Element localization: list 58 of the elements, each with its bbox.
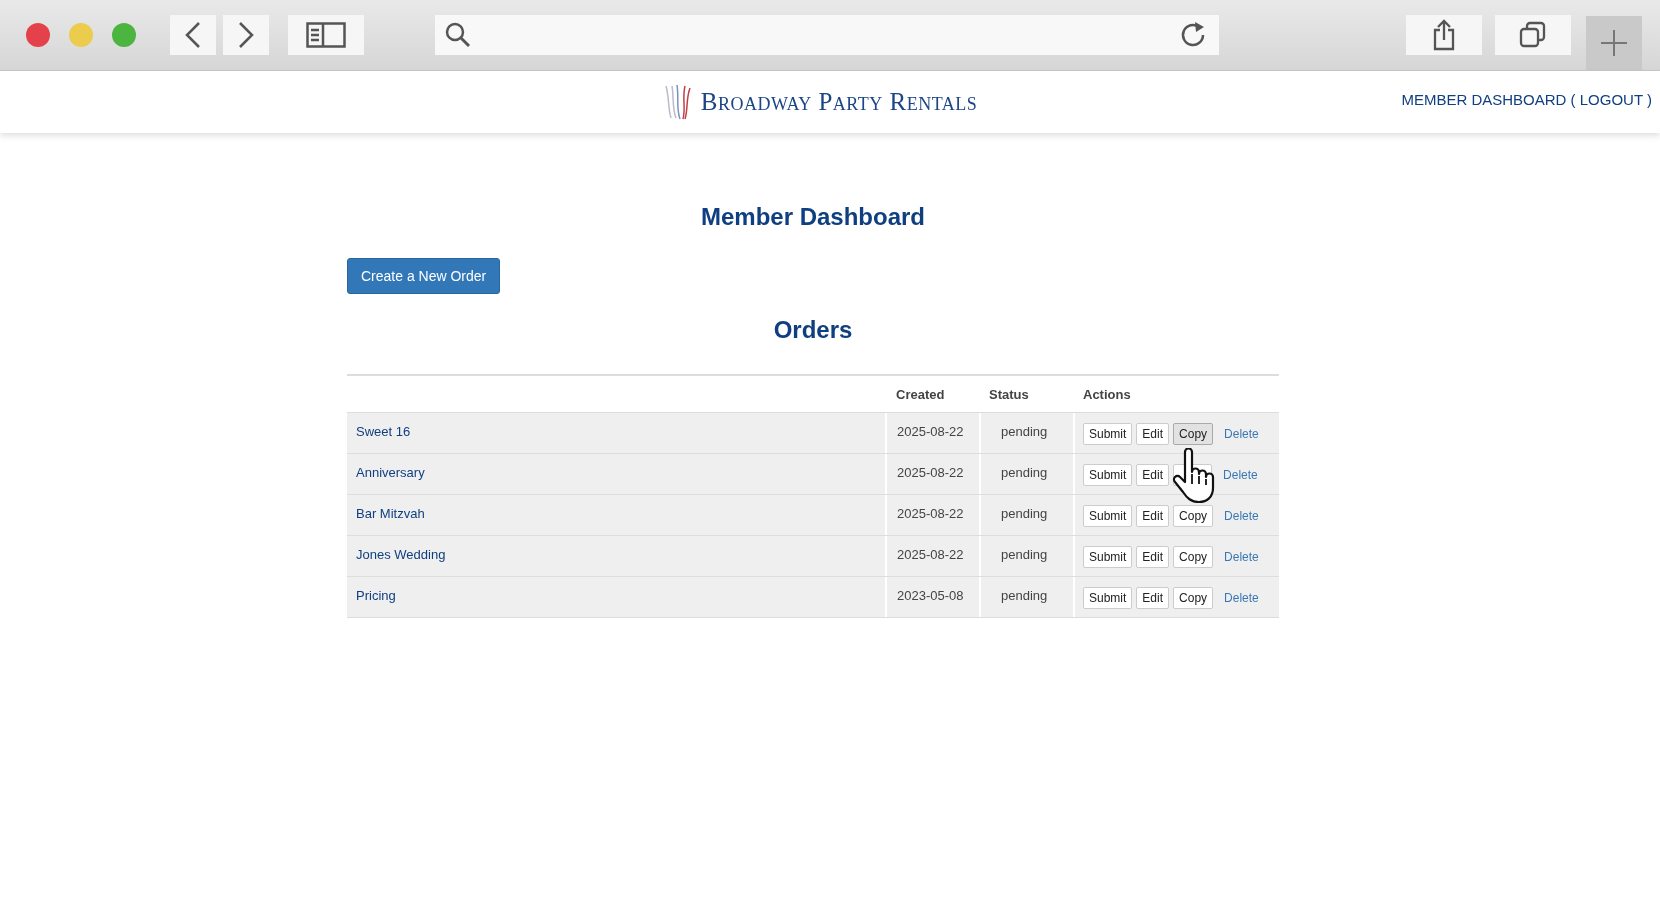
search-icon xyxy=(445,22,471,48)
delete-link[interactable]: Delete xyxy=(1224,509,1259,523)
reload-icon[interactable] xyxy=(1179,21,1207,49)
delete-link[interactable]: Delete xyxy=(1224,550,1259,564)
created-date: 2025-08-22 xyxy=(897,465,964,480)
share-icon xyxy=(1432,19,1456,51)
order-link[interactable]: Pricing xyxy=(356,588,396,603)
created-date: 2025-08-22 xyxy=(897,547,964,562)
tabs-button[interactable] xyxy=(1495,15,1571,55)
order-link[interactable]: Bar Mitzvah xyxy=(356,506,425,521)
forward-button[interactable] xyxy=(223,15,269,55)
action-button[interactable]: Edit xyxy=(1136,587,1170,609)
column-header: Created xyxy=(896,386,945,402)
chevron-right-icon xyxy=(237,21,255,49)
status-text: pending xyxy=(1001,465,1048,480)
action-button[interactable]: Submit xyxy=(1083,423,1133,445)
chevron-left-icon xyxy=(184,21,202,49)
action-button[interactable]: Edit xyxy=(1136,464,1170,486)
action-button[interactable]: Submit xyxy=(1083,546,1133,568)
plus-icon xyxy=(1599,28,1629,58)
order-link[interactable]: Jones Wedding xyxy=(356,547,446,562)
order-link[interactable]: Sweet 16 xyxy=(356,424,411,439)
created-date: 2023-05-08 xyxy=(897,588,964,603)
action-button[interactable]: Copy xyxy=(1173,505,1214,527)
back-button[interactable] xyxy=(170,15,216,55)
action-button[interactable]: Edit xyxy=(1136,505,1170,527)
new-tab-button[interactable] xyxy=(1586,16,1642,70)
order-link[interactable]: Anniversary xyxy=(356,465,425,480)
status-text: pending xyxy=(1001,424,1048,439)
share-button[interactable] xyxy=(1406,15,1482,55)
status-text: pending xyxy=(1001,506,1048,521)
action-button[interactable]: Submit xyxy=(1083,587,1133,609)
action-button[interactable]: Copy xyxy=(1173,423,1214,445)
created-date: 2025-08-22 xyxy=(897,424,964,439)
logo-icon xyxy=(662,84,693,120)
tabs-icon xyxy=(1519,21,1547,49)
status-text: pending xyxy=(1001,588,1048,603)
delete-link[interactable]: Delete xyxy=(1224,591,1259,605)
section-heading: Orders xyxy=(772,316,854,344)
delete-link[interactable]: Delete xyxy=(1223,468,1258,482)
sidebar-button[interactable] xyxy=(288,15,364,55)
status-text: pending xyxy=(1001,547,1048,562)
action-button[interactable]: Copy xyxy=(1173,587,1214,609)
dashboard-logout-link[interactable]: MEMBER DASHBOARD ( LOGOUT ) xyxy=(1401,91,1652,108)
created-date: 2025-08-22 xyxy=(897,506,964,521)
action-button[interactable]: Copy xyxy=(1173,546,1214,568)
action-button[interactable]: Edit xyxy=(1136,423,1170,445)
brand-name[interactable]: Broadway Party Rentals xyxy=(700,88,978,116)
sidebar-icon xyxy=(306,22,346,48)
delete-link[interactable]: Delete xyxy=(1224,427,1259,441)
column-header: Status xyxy=(989,386,1029,402)
page-title: Member Dashboard xyxy=(699,203,927,231)
close-button[interactable] xyxy=(26,23,50,47)
action-button[interactable]: Submit xyxy=(1083,505,1133,527)
action-button[interactable]: Edit xyxy=(1136,546,1170,568)
action-button[interactable]: Submit xyxy=(1083,464,1133,486)
create-order-button[interactable]: Create a New Order xyxy=(347,258,501,294)
column-header: Actions xyxy=(1083,386,1131,402)
